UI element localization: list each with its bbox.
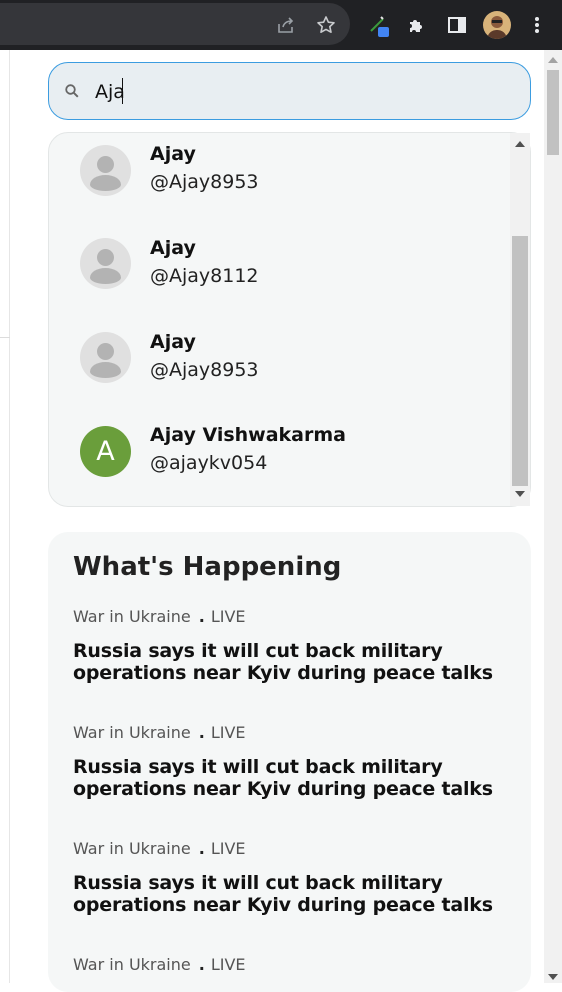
search-result-item[interactable]: A Ajay Vishwakarma @ajaykv054 bbox=[49, 414, 509, 504]
search-result-item[interactable]: Ajay @Ajay8953 bbox=[49, 133, 509, 223]
letter-avatar: A bbox=[80, 426, 131, 477]
result-name: Ajay bbox=[150, 143, 196, 165]
search-icon bbox=[65, 84, 79, 98]
pen-extension-icon[interactable] bbox=[367, 13, 391, 37]
news-topic: War in Ukraine bbox=[73, 955, 191, 974]
result-name: Ajay bbox=[150, 237, 196, 259]
news-headline: Russia says it will cut back military op… bbox=[73, 872, 493, 916]
news-item[interactable]: War in Ukraine. LIVE Russia says it will … bbox=[73, 722, 513, 800]
kebab-menu-icon[interactable] bbox=[525, 13, 549, 37]
news-separator: . bbox=[198, 955, 205, 974]
news-separator: . bbox=[198, 607, 205, 626]
news-separator: . bbox=[198, 839, 205, 858]
profile-avatar[interactable] bbox=[483, 11, 511, 39]
left-divider bbox=[9, 50, 10, 983]
scroll-up-arrow-icon[interactable] bbox=[548, 57, 558, 63]
search-result-item[interactable]: Ajay @Ajay8112 bbox=[49, 227, 509, 317]
results-scrollbar[interactable] bbox=[510, 133, 530, 506]
news-topic: War in Ukraine bbox=[73, 607, 191, 626]
result-handle: @Ajay8953 bbox=[150, 171, 259, 193]
news-meta: War in Ukraine. LIVE bbox=[73, 722, 513, 744]
news-item[interactable]: War in Ukraine. LIVE Russia says it will … bbox=[73, 838, 513, 916]
left-divider-tick bbox=[0, 337, 10, 338]
news-headline: Russia says it will cut back military op… bbox=[73, 640, 493, 684]
result-handle: @ajaykv054 bbox=[150, 452, 268, 474]
scroll-up-arrow-icon[interactable] bbox=[515, 141, 525, 147]
page-scrollbar[interactable] bbox=[544, 50, 562, 983]
news-meta: War in Ukraine. LIVE bbox=[73, 606, 513, 628]
news-status: LIVE bbox=[210, 607, 246, 626]
news-meta: War in Ukraine. LIVE bbox=[73, 954, 513, 976]
scroll-down-arrow-icon[interactable] bbox=[515, 491, 525, 497]
puzzle-extensions-icon[interactable] bbox=[405, 13, 429, 37]
search-results-dropdown: Ajay @Ajay8953 Ajay @Ajay8112 Ajay @Ajay… bbox=[48, 132, 531, 507]
text-caret bbox=[122, 78, 123, 104]
side-panel-icon[interactable] bbox=[445, 13, 469, 37]
news-topic: War in Ukraine bbox=[73, 723, 191, 742]
result-name: Ajay Vishwakarma bbox=[150, 424, 346, 446]
news-headline: Russia says it will cut back military op… bbox=[73, 756, 493, 800]
result-handle: @Ajay8953 bbox=[150, 359, 259, 381]
news-status: LIVE bbox=[210, 839, 246, 858]
search-box[interactable] bbox=[48, 62, 531, 120]
star-icon[interactable] bbox=[314, 13, 338, 37]
share-icon[interactable] bbox=[274, 13, 298, 37]
result-handle: @Ajay8112 bbox=[150, 265, 259, 287]
default-avatar-icon bbox=[80, 332, 131, 383]
news-topic: War in Ukraine bbox=[73, 839, 191, 858]
scrollbar-thumb[interactable] bbox=[512, 236, 528, 486]
news-meta: War in Ukraine. LIVE bbox=[73, 838, 513, 860]
news-status: LIVE bbox=[210, 955, 246, 974]
news-separator: . bbox=[198, 723, 205, 742]
news-item[interactable]: War in Ukraine. LIVE bbox=[73, 954, 513, 976]
result-name: Ajay bbox=[150, 331, 196, 353]
section-title: What's Happening bbox=[73, 552, 342, 582]
scroll-down-arrow-icon[interactable] bbox=[548, 974, 558, 980]
default-avatar-icon bbox=[80, 145, 131, 196]
search-input[interactable] bbox=[95, 77, 515, 107]
whats-happening-panel: What's Happening War in Ukraine. LIVE Rus… bbox=[48, 532, 531, 992]
search-result-item[interactable]: Ajay @Ajay8953 bbox=[49, 321, 509, 411]
default-avatar-icon bbox=[80, 238, 131, 289]
news-item[interactable]: War in Ukraine. LIVE Russia says it will … bbox=[73, 606, 513, 684]
news-status: LIVE bbox=[210, 723, 246, 742]
page-scrollbar-thumb[interactable] bbox=[547, 70, 559, 155]
browser-toolbar bbox=[0, 0, 562, 50]
